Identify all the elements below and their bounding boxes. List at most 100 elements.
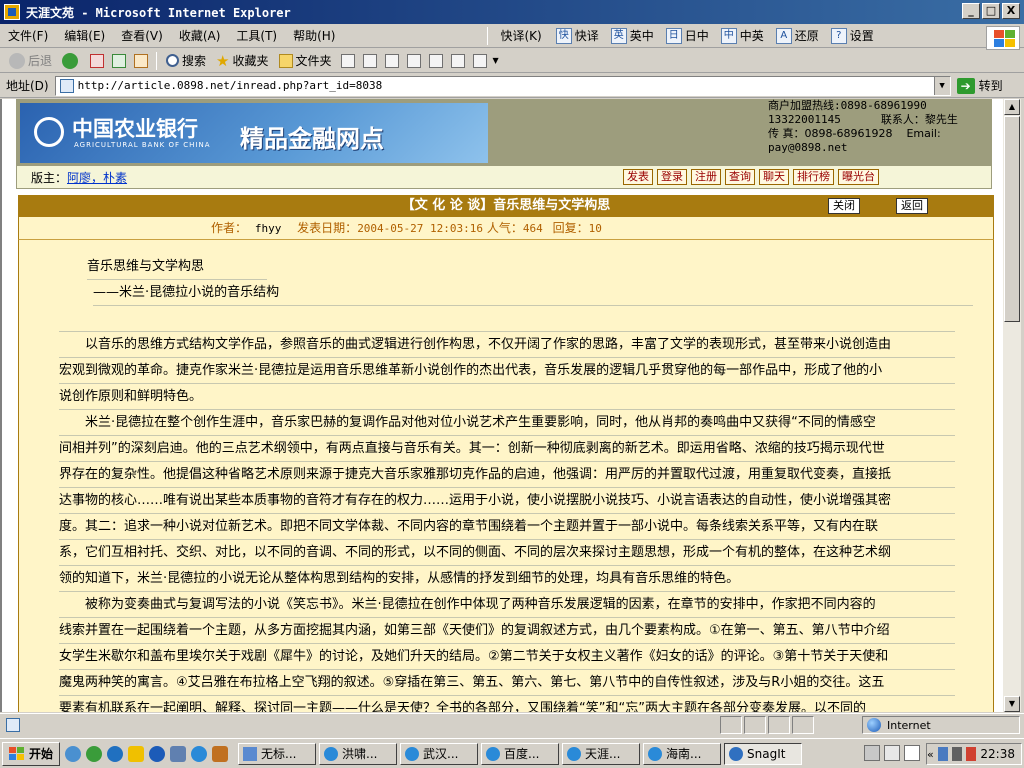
exposure-button[interactable]: 曝光台 [838,169,879,185]
phone: 13322001145 [768,113,841,126]
ja-zh-icon: 日 [665,27,682,44]
tray-expand-icon[interactable]: « [927,748,934,761]
email[interactable]: pay@0898.net [768,141,988,155]
quicklaunch-app-icon[interactable] [170,745,187,762]
body-line: 宏观到微观的革命。捷克作家米兰·昆德拉是运用音乐思维革新小说创作的杰出代表，音乐… [59,358,955,384]
task-button[interactable]: 天涯... [562,742,641,765]
body-line: 度。其二：追求一种小说对位新艺术。即把不同文学体裁、不同内容的章节围绕着一个主题… [59,514,955,540]
task-button[interactable]: 百度... [481,742,560,765]
menu-file[interactable]: 文件(F) [0,27,56,44]
banner-slogan: 精品金融网点 [240,125,384,153]
windows-logo-icon [986,26,1020,50]
ranking-button[interactable]: 排行榜 [793,169,834,185]
register-button[interactable]: 注册 [691,169,721,185]
keyboard-icon[interactable] [864,745,880,761]
quick-translate-menu[interactable]: 快译(K) [492,27,549,44]
scroll-down-icon[interactable]: ▼ [1004,696,1020,712]
print-icon[interactable] [362,53,377,68]
settings-button[interactable]: ? 设置 [825,27,880,44]
favorites-button[interactable]: ★ 收藏夹 [211,52,273,70]
clock[interactable]: 22:38 [980,747,1015,761]
taskbar-extras [864,745,920,761]
home-icon[interactable] [134,53,149,68]
back-button[interactable]: 后退 [4,52,57,69]
copy-icon[interactable] [406,53,421,68]
en-zh-button[interactable]: 英英中 [605,27,660,44]
close-button[interactable]: X [1002,3,1020,19]
volume-icon[interactable] [951,747,963,761]
minimize-button[interactable]: _ [962,3,980,19]
address-dropdown-icon[interactable]: ▼ [933,76,950,95]
menu-edit[interactable]: 编辑(E) [56,27,113,44]
restore-icon: A [775,27,792,44]
help-icon[interactable] [904,745,920,761]
hotline: 商户加盟热线:0898-68961990 [768,99,927,112]
task-button[interactable]: 无标... [238,742,317,765]
query-button[interactable]: 查询 [725,169,755,185]
quicklaunch-media-icon[interactable] [107,745,124,762]
body-line: 界存在的复杂性。他提倡这种省略艺术原则来源于捷克大音乐家雅那切克作品的启迪，他强… [59,462,955,488]
edit-icon[interactable] [384,53,399,68]
post-button[interactable]: 发表 [623,169,653,185]
address-input[interactable]: http://article.0898.net/inread.php?art_i… [54,75,951,96]
ja-zh-button[interactable]: 日日中 [660,27,715,44]
window-title-bar[interactable]: 天涯文苑 - Microsoft Internet Explorer _ □ X [0,0,1024,24]
toolbar-dropdown-icon[interactable]: ▼ [493,56,499,65]
folders-button[interactable]: 文件夹 [274,52,337,69]
chat-button[interactable]: 聊天 [759,169,789,185]
body-line: 间相并列”的深刻启迪。他的三点艺术纲领中，有两点直接与音乐有关。其一：创新一种彻… [59,436,955,462]
task-button-snagit[interactable]: SnagIt [724,742,803,765]
maximize-button[interactable]: □ [982,3,1000,19]
notepad-icon [243,746,258,761]
bank-banner[interactable]: 中国农业银行 AGRICULTURAL BANK OF CHINA 精品金融网点 [20,103,488,163]
body-line: 被称为变奏曲式与复调写法的小说《笑忘书》。米兰·昆德拉在创作中体现了两种音乐发展… [59,592,955,618]
zh-en-button[interactable]: 中中英 [715,27,770,44]
scroll-thumb[interactable] [1004,116,1020,322]
ie-icon [486,746,501,761]
en-zh-icon: 英 [610,27,627,44]
refresh-icon[interactable] [112,53,127,68]
quicklaunch-messenger-icon[interactable] [86,745,103,762]
article-subheading: ——米兰·昆德拉小说的音乐结构 [93,280,973,306]
close-article-button[interactable]: 关闭 [828,198,860,214]
quicklaunch-browser-icon[interactable] [149,745,166,762]
cut-icon[interactable] [450,53,465,68]
menu-tools[interactable]: 工具(T) [228,27,285,44]
quicklaunch-qq-icon[interactable] [65,745,82,762]
app-tray-icon[interactable] [966,747,977,761]
back-article-button[interactable]: 返回 [896,198,928,214]
address-label: 地址(D) [6,79,49,93]
menu-favorites[interactable]: 收藏(A) [171,27,229,44]
quicklaunch-warning-icon[interactable] [128,745,145,762]
messenger-icon[interactable] [472,53,487,68]
paste-icon[interactable] [428,53,443,68]
login-button[interactable]: 登录 [657,169,687,185]
menu-help[interactable]: 帮助(H) [285,27,343,44]
restore-button[interactable]: A 还原 [770,27,825,44]
translate-icon: 快 [555,27,572,44]
input-method-icon[interactable] [884,745,900,761]
quicklaunch-ie-icon[interactable] [191,745,208,762]
status-bar: Internet [0,713,1024,735]
task-button[interactable]: 海南... [643,742,722,765]
quicklaunch-tool-icon[interactable] [212,745,229,762]
menu-view[interactable]: 查看(V) [113,27,171,44]
article-meta: 作者： fhyy 发表日期：2004-05-27 12:03:16 人气：464… [18,217,994,239]
task-button[interactable]: 洪啸... [319,742,398,765]
moderator-links[interactable]: 阿廖，朴素 [67,169,127,186]
go-button[interactable]: ➔ 转到 [956,77,1003,94]
vertical-scrollbar[interactable]: ▲ ▼ [1003,99,1021,712]
forward-button[interactable] [57,52,86,69]
page-viewport[interactable]: 中国农业银行 AGRICULTURAL BANK OF CHINA 精品金融网点… [0,99,1003,712]
search-button[interactable]: 搜索 [161,52,211,69]
ie-app-icon[interactable] [4,4,20,20]
body-line: 领的知道下，米兰·昆德拉的小说无论从整体构思到结构的安排，从感情的抒发到细节的处… [59,566,955,592]
network-icon[interactable] [937,747,948,761]
stop-icon[interactable] [90,53,105,68]
quick-translate-button[interactable]: 快快译 [550,27,605,44]
mail-icon[interactable] [340,53,355,68]
article-heading: 音乐思维与文学构思 [87,254,267,280]
task-button[interactable]: 武汉... [400,742,479,765]
start-button[interactable]: 开始 [2,741,61,766]
scroll-up-icon[interactable]: ▲ [1004,99,1020,115]
